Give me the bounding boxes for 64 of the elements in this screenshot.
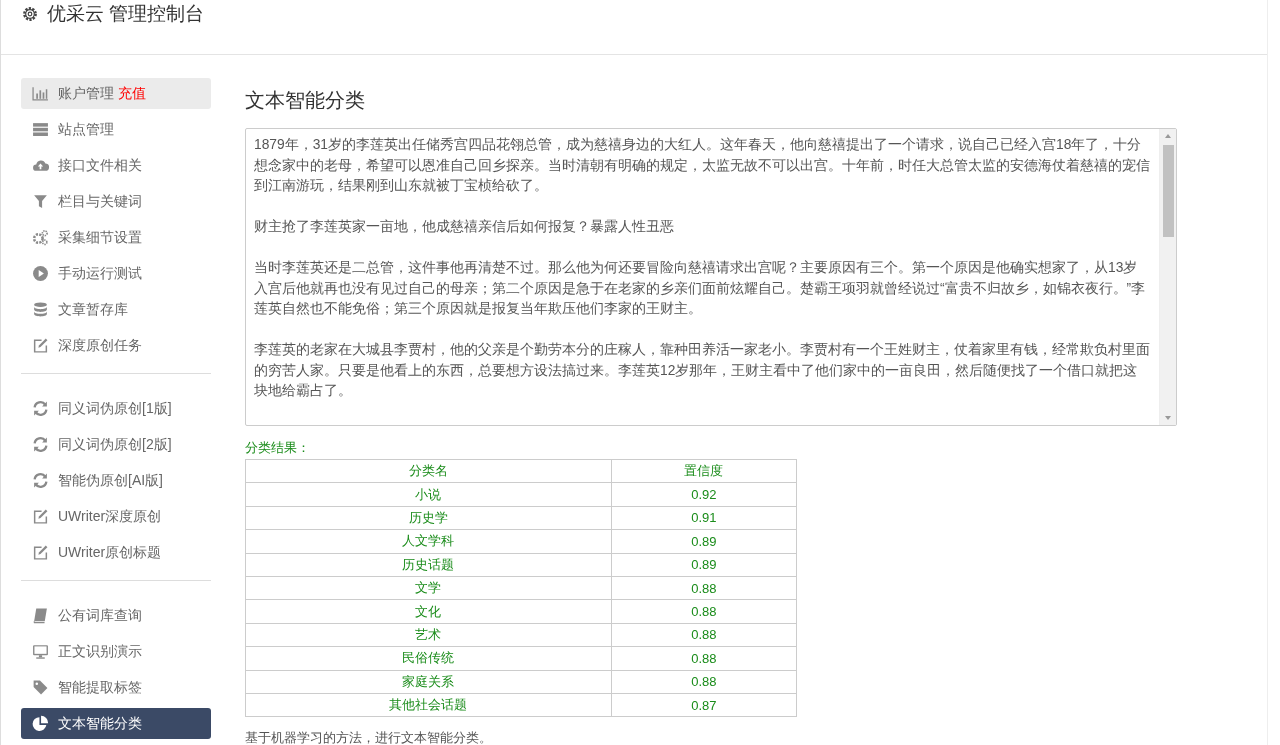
table-cell: 0.88 — [611, 623, 797, 647]
settings-icon — [21, 5, 39, 23]
table-cell: 其他社会话题 — [245, 693, 612, 717]
sidebar-item[interactable]: UWriter原创标题 — [21, 537, 211, 568]
table-cell: 0.88 — [611, 599, 797, 624]
monitor-icon — [32, 643, 49, 660]
table-cell: 0.91 — [611, 506, 797, 530]
table-cell: 0.87 — [611, 693, 797, 717]
page-title: 文本智能分类 — [245, 88, 366, 113]
table-cell: 0.92 — [611, 482, 797, 507]
description-text: 基于机器学习的方法，进行文本智能分类。 — [245, 729, 493, 745]
gears-icon — [32, 229, 49, 246]
sidebar-item[interactable]: 公有词库查询 — [21, 600, 211, 631]
sidebar-item[interactable]: 手动运行测试 — [21, 258, 211, 289]
edit-icon — [32, 337, 49, 354]
sidebar-item[interactable]: 接口文件相关 — [21, 150, 211, 181]
table-cell: 民俗传统 — [245, 646, 612, 670]
table-cell: 人文学科 — [245, 529, 612, 554]
refresh-icon — [32, 400, 49, 417]
refresh-icon — [32, 436, 49, 453]
sidebar-item[interactable]: 文本智能分类 — [21, 708, 211, 739]
filter-icon — [32, 193, 49, 210]
table-cell: 艺术 — [245, 623, 612, 647]
sidebar-item[interactable]: 账户管理 充值 — [21, 78, 211, 109]
sidebar-item[interactable]: 站点管理 — [21, 114, 211, 145]
sidebar-item[interactable]: 同义词伪原创[2版] — [21, 429, 211, 460]
table-cell: 0.88 — [611, 670, 797, 694]
sidebar-item[interactable]: 正文识别演示 — [21, 636, 211, 667]
table-cell: 小说 — [245, 482, 612, 507]
table-cell: 0.88 — [611, 576, 797, 600]
database-icon — [32, 301, 49, 318]
book-icon — [32, 607, 49, 624]
tag-icon — [32, 679, 49, 696]
column-header: 分类名 — [245, 459, 612, 483]
sidebar-item[interactable]: 栏目与关键词 — [21, 186, 211, 217]
server-icon — [32, 121, 49, 138]
table-cell: 历史话题 — [245, 553, 612, 577]
app-title: 优采云 管理控制台 — [47, 2, 205, 26]
table-cell: 0.89 — [611, 529, 797, 554]
table-cell: 家庭关系 — [245, 670, 612, 694]
sidebar-item[interactable]: 文章暂存库 — [21, 294, 211, 325]
edit-icon — [32, 544, 49, 561]
edit-icon — [32, 508, 49, 525]
table-cell: 文学 — [245, 576, 612, 600]
column-header: 置信度 — [611, 459, 797, 483]
sidebar-item[interactable]: 智能提取标签 — [21, 672, 211, 703]
bar-chart-icon — [32, 85, 49, 102]
table-cell: 0.89 — [611, 553, 797, 577]
pie-chart-icon — [32, 715, 49, 732]
sidebar-item[interactable]: 同义词伪原创[1版] — [21, 393, 211, 424]
article-text-area[interactable]: 1879年，31岁的李莲英出任储秀宫四品花翎总管，成为慈禧身边的大红人。这年春天，他向慈禧提出了一个请求，说自己已经入宫18年了，十分想念家中的老母，希望可以恩准自己回乡探亲。当时清朝有明确的规定，太监无故不可以出宫。十年前，时任大总管太监的安德海仗着慈禧的宠信到江南游玩，结果刚到山东就被丁宝桢给砍了。 财主抢了李莲英家一亩地，他成慈禧亲信后如何报复？暴露人性丑恶 当时李莲英还是二总管，这件事他再清楚不过。那么他为何还要冒险向慈禧请求出宫呢？主要原因有三个。第一个原因是他确实想家了，从13岁入宫后他就再也没有见过自己的母亲；第二个原因是急于在老家的乡亲们面前炫耀自己。楚霸王项羽就曾经说过“富贵不归故乡，如锦衣夜行。”李莲英自然也不能免俗；第三个原因就是报复当年欺压他们李家的王财主。 李莲英的老家在大城县李贾村，他的父亲是个勤劳本分的庄稼人，靠种田养活一家老小。李贾村有一个王姓财主，仗着家里有钱，经常欺负村里面的穷苦人家。只要是他看上的东西，总要想方设法搞过来。李莲英12岁那年，王财主看中了他们家中的一亩良田，然后随便找了一个借口就把这块地给霸占了。 — [245, 128, 1177, 426]
table-cell: 历史学 — [245, 506, 612, 530]
result-label: 分类结果： — [245, 440, 311, 457]
table-cell: 文化 — [245, 599, 612, 624]
scrollbar-thumb[interactable] — [1162, 145, 1174, 237]
play-icon — [32, 265, 49, 282]
refresh-icon — [32, 472, 49, 489]
sidebar-item[interactable]: UWriter深度原创 — [21, 501, 211, 532]
scrollbar[interactable] — [1159, 129, 1176, 425]
cloud-upload-icon — [32, 157, 49, 174]
sidebar-item[interactable]: 采集细节设置 — [21, 222, 211, 253]
sidebar-item[interactable]: 智能伪原创[AI版] — [21, 465, 211, 496]
sidebar-item[interactable]: 深度原创任务 — [21, 330, 211, 361]
table-cell: 0.88 — [611, 646, 797, 670]
